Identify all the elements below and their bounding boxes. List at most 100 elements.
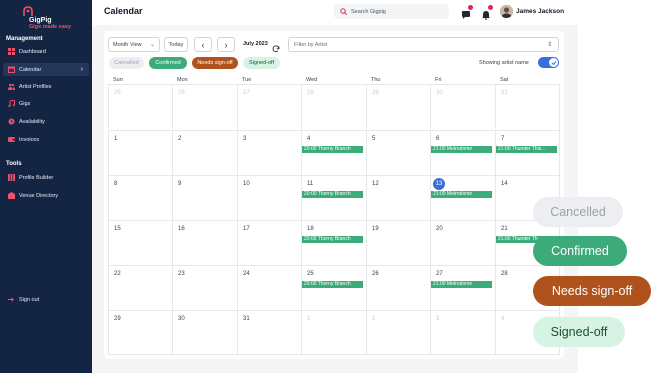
sidebar-item-calendar[interactable]: Calendar › [3, 63, 89, 76]
event-confirmed[interactable]: 20:00 Thorny Branch [302, 146, 363, 153]
day-number: 30 [436, 90, 443, 96]
sidebar-item-gigs[interactable]: Gigs [3, 97, 89, 110]
calendar-day-cell[interactable]: 1 [108, 130, 172, 175]
user-name[interactable]: James Jackson [516, 8, 564, 15]
sign-out-button[interactable]: Sign out [3, 293, 83, 306]
view-select[interactable]: Month View ⌄ [108, 37, 160, 52]
calendar-day-cell[interactable]: 31 [237, 310, 301, 355]
sidebar-item-artist-profiles[interactable]: Artist Profiles [3, 80, 89, 93]
calendar-icon [8, 66, 15, 73]
calendar-day-cell[interactable]: 20 [430, 220, 495, 265]
calendar-day-cell[interactable]: 10 [237, 175, 301, 220]
calendar-day-cell[interactable]: 2 [366, 310, 430, 355]
day-number: 22 [114, 271, 121, 277]
filter-signed-off-pill[interactable]: Signed-off [243, 57, 280, 69]
today-button[interactable]: Today [164, 37, 188, 52]
event-confirmed[interactable]: 20:00 Thorny Branch [302, 281, 363, 288]
event-confirmed[interactable]: 20:00 Thorny Branch [302, 191, 363, 198]
calendar-day-cell[interactable]: 28 [301, 84, 366, 129]
next-month-button[interactable]: › [217, 37, 235, 52]
calendar-day-cell[interactable]: 4 20:00 Thorny Branch [301, 130, 366, 175]
calendar-day-cell[interactable]: 26 [366, 265, 430, 310]
filter-needs-signoff-pill[interactable]: Needs sign-off [192, 57, 238, 69]
artist-name-toggle[interactable] [538, 57, 559, 68]
calendar-day-cell[interactable]: 29 [108, 310, 172, 355]
calendar-day-cell[interactable]: 11 20:00 Thorny Branch [301, 175, 366, 220]
calendar-day-cell[interactable]: 3 [430, 310, 495, 355]
view-select-value: Month View [113, 41, 142, 48]
event-confirmed[interactable]: 21:00 Thunder This... [496, 146, 557, 153]
prev-month-button[interactable]: ‹ [194, 37, 212, 52]
grid-border-bottom [108, 354, 560, 355]
search-placeholder: Search Gigpig [351, 8, 386, 15]
chat-icon [462, 11, 470, 19]
calendar-day-cell[interactable]: 7 21:00 Thunder This... [495, 130, 559, 175]
legend-cancelled: Cancelled [533, 197, 623, 227]
page-title: Calendar [104, 6, 143, 16]
filter-cancelled-pill[interactable]: Cancelled [109, 57, 144, 69]
messages-button[interactable] [461, 5, 473, 19]
calendar-day-cell[interactable]: 22 [108, 265, 172, 310]
refresh-button[interactable] [272, 40, 281, 53]
sidebar-item-invoices[interactable]: Invoices [3, 133, 89, 146]
event-confirmed[interactable]: 20:00 Thorny Branch [302, 236, 363, 243]
top-header: Calendar Search Gigpig James Jackson [92, 0, 651, 25]
day-number: 3 [436, 316, 440, 322]
day-number: 31 [243, 316, 250, 322]
calendar-day-cell[interactable]: 8 [108, 175, 172, 220]
calendar-day-cell[interactable]: 25 [108, 84, 172, 129]
chevron-right-icon: › [80, 66, 83, 73]
calendar-day-cell[interactable]: 1 [301, 310, 366, 355]
calendar-day-cell[interactable]: 13 21:00 Metrodome [430, 175, 495, 220]
calendar-day-cell[interactable]: 25 20:00 Thorny Branch [301, 265, 366, 310]
calendar-day-cell[interactable]: 5 [366, 130, 430, 175]
artist-filter-select[interactable]: Filter by Artist ⇕ [288, 37, 559, 52]
sidebar-item-profile-builder[interactable]: Profile Builder [3, 171, 89, 184]
notifications-button[interactable] [481, 5, 493, 20]
calendar-day-cell[interactable]: 18 20:00 Thorny Branch [301, 220, 366, 265]
calendar-day-cell[interactable]: 24 [237, 265, 301, 310]
calendar-day-cell[interactable]: 12 [366, 175, 430, 220]
sidebar-item-venue-directory[interactable]: Venue Directory [3, 189, 89, 202]
calendar-day-cell[interactable]: 2 [172, 130, 237, 175]
calendar-day-cell[interactable]: 30 [430, 84, 495, 129]
event-confirmed[interactable]: 21:00 Metrodome [431, 191, 492, 198]
chevron-down-icon: ⌄ [149, 42, 155, 48]
calendar-day-cell[interactable]: 27 [237, 84, 301, 129]
sidebar-item-label: Dashboard [19, 48, 46, 55]
avatar[interactable] [500, 5, 513, 18]
event-confirmed[interactable]: 21:00 Metrodome [431, 281, 492, 288]
event-confirmed[interactable]: 21:00 Metrodome [431, 146, 492, 153]
brand-logo[interactable]: GigPig Gigs made easy [14, 6, 84, 30]
day-number: 1 [307, 316, 311, 322]
search-input[interactable]: Search Gigpig [334, 4, 449, 19]
day-number: 17 [243, 226, 250, 232]
clock-icon [8, 118, 15, 125]
sidebar-item-label: Gigs [19, 100, 31, 107]
calendar-day-cell[interactable]: 29 [366, 84, 430, 129]
day-number: 26 [372, 271, 379, 277]
day-number: 25 [114, 90, 121, 96]
calendar-day-cell[interactable]: 30 [172, 310, 237, 355]
calendar-day-cell[interactable]: 16 [172, 220, 237, 265]
calendar-day-cell[interactable]: 23 [172, 265, 237, 310]
legend-confirmed: Confirmed [533, 236, 627, 266]
sidebar-item-label: Invoices [19, 136, 40, 143]
calendar-day-cell[interactable]: 19 [366, 220, 430, 265]
sidebar-item-availability[interactable]: Availability [3, 115, 89, 128]
pig-logo-icon [23, 6, 33, 16]
day-number: 1 [114, 136, 118, 142]
calendar-day-cell[interactable]: 26 [172, 84, 237, 129]
calendar-day-cell[interactable]: 6 21:00 Metrodome [430, 130, 495, 175]
day-number: 27 [243, 90, 250, 96]
calendar-day-cell[interactable]: 31 [495, 84, 559, 129]
calendar-day-cell[interactable]: 15 [108, 220, 172, 265]
filter-confirmed-pill[interactable]: Confirmed [149, 57, 187, 69]
calendar-day-cell[interactable]: 17 [237, 220, 301, 265]
calendar-day-cell[interactable]: 3 [237, 130, 301, 175]
day-number: 18 [307, 226, 314, 232]
calendar-day-cell[interactable]: 9 [172, 175, 237, 220]
sidebar-item-dashboard[interactable]: Dashboard [3, 45, 89, 58]
artist-name-toggle-label: Showing artist name [479, 60, 529, 66]
calendar-day-cell[interactable]: 27 21:00 Metrodome [430, 265, 495, 310]
